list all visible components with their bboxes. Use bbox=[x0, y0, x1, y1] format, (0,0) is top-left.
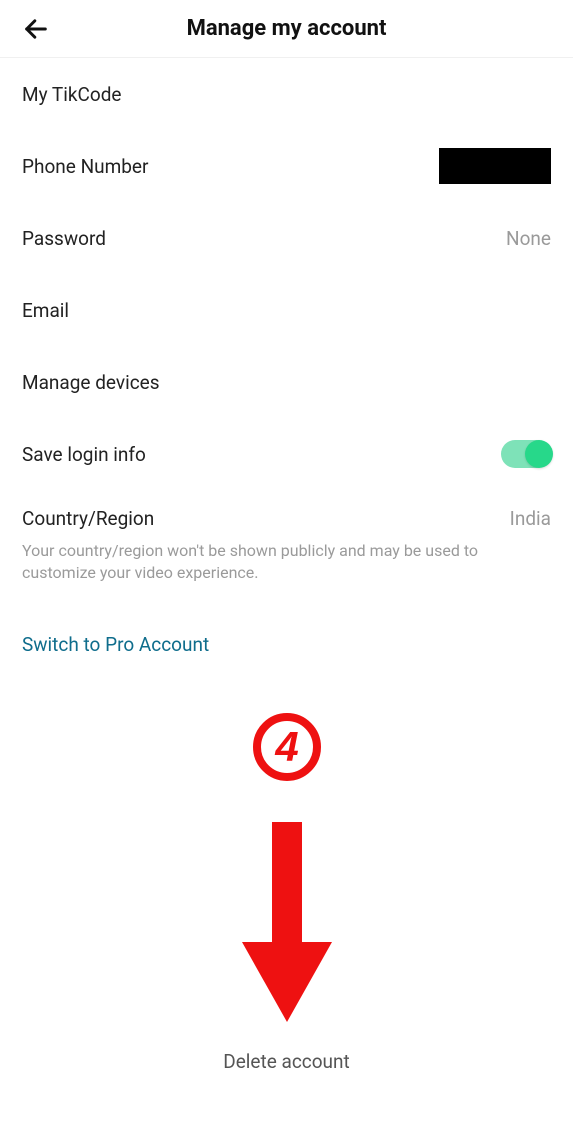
row-value: India bbox=[510, 507, 551, 530]
header-bar: Manage my account bbox=[0, 0, 573, 58]
row-label: Password bbox=[22, 227, 106, 250]
row-manage-devices[interactable]: Manage devices bbox=[22, 346, 551, 418]
row-save-login: Save login info bbox=[22, 418, 551, 490]
step-number-icon: 4 bbox=[252, 712, 322, 782]
row-label: Email bbox=[22, 299, 69, 322]
annotation-overlay: 4 bbox=[0, 712, 573, 1022]
row-tikcode[interactable]: My TikCode bbox=[22, 58, 551, 130]
row-value: None bbox=[506, 227, 551, 250]
toggle-knob-icon bbox=[525, 440, 553, 468]
row-label: Manage devices bbox=[22, 371, 160, 394]
svg-text:4: 4 bbox=[274, 723, 298, 770]
settings-list: My TikCode Phone Number Password None Em… bbox=[0, 58, 573, 666]
row-email[interactable]: Email bbox=[22, 274, 551, 346]
row-label: My TikCode bbox=[22, 83, 122, 106]
phone-value-redacted bbox=[439, 148, 551, 184]
country-helper-text: Your country/region won't be shown publi… bbox=[22, 540, 551, 615]
back-arrow-icon bbox=[22, 15, 50, 43]
row-password[interactable]: Password None bbox=[22, 202, 551, 274]
switch-pro-account-link[interactable]: Switch to Pro Account bbox=[22, 615, 209, 666]
row-country-region[interactable]: Country/Region India bbox=[22, 490, 551, 546]
save-login-toggle[interactable] bbox=[501, 440, 551, 468]
row-label: Save login info bbox=[22, 443, 146, 466]
row-phone-number[interactable]: Phone Number bbox=[22, 130, 551, 202]
row-label: Phone Number bbox=[22, 155, 148, 178]
row-label: Country/Region bbox=[22, 507, 154, 530]
back-button[interactable] bbox=[18, 11, 54, 47]
page-title: Manage my account bbox=[0, 16, 573, 41]
delete-account-button[interactable]: Delete account bbox=[0, 1050, 573, 1073]
arrow-down-icon bbox=[232, 822, 342, 1022]
